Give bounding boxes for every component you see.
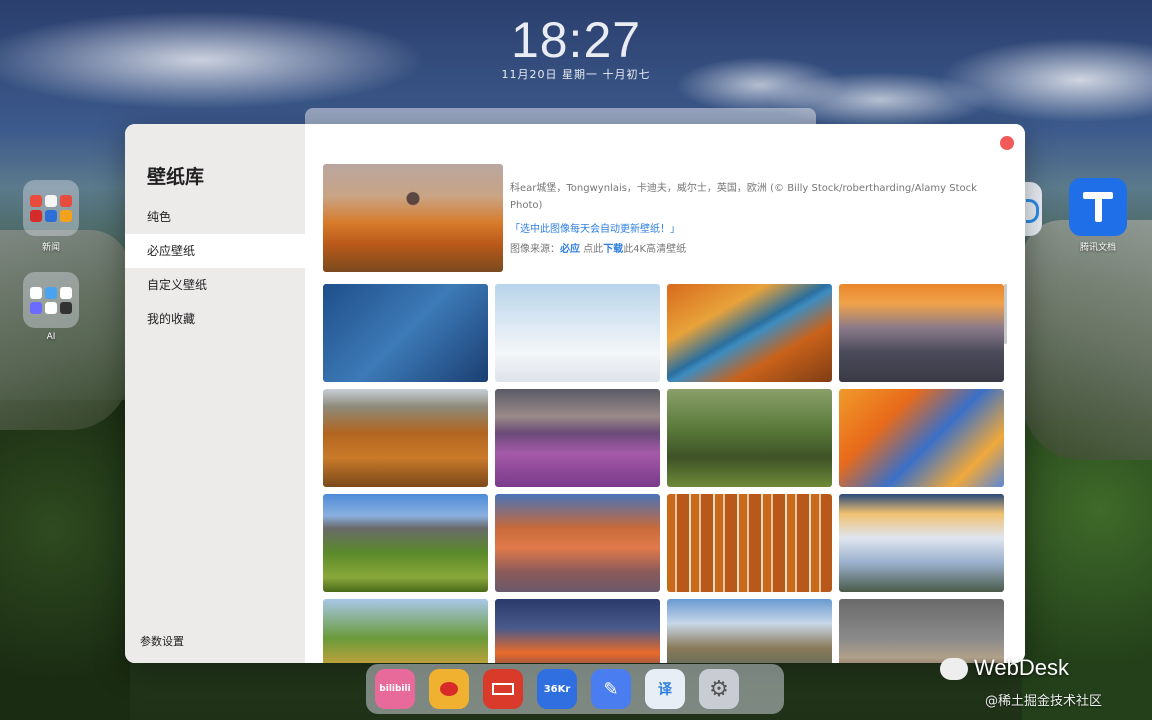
- weibo-icon: [440, 682, 458, 696]
- sidebar-title: 壁纸库: [147, 166, 205, 188]
- source-bing-link[interactable]: 必应: [560, 244, 580, 255]
- desktop-icon-label: 腾讯文档: [1079, 243, 1116, 253]
- pencil-icon: ✎: [603, 678, 619, 700]
- clock-date: 11月20日 星期一 十月初七: [501, 68, 651, 81]
- sidebar-item-bing-wallpaper[interactable]: 必应壁纸: [125, 234, 305, 268]
- dock-app-36kr[interactable]: 36Kr: [537, 669, 577, 709]
- sidebar-item-custom-wallpaper[interactable]: 自定义壁纸: [125, 268, 305, 302]
- thumbnail-wildebeest[interactable]: [839, 599, 1004, 663]
- watermark-brand: WebDesk: [940, 655, 1069, 681]
- desktop-icon-label: AI: [46, 332, 56, 342]
- source-suffix: 此4K高清壁纸: [623, 244, 687, 255]
- thumbnail-lupine-field[interactable]: [495, 389, 660, 487]
- close-button[interactable]: [1000, 136, 1014, 150]
- wechat-icon: [940, 658, 968, 681]
- folder-icon: [23, 272, 79, 328]
- tencent-docs-icon: [1069, 178, 1127, 236]
- scrollbar[interactable]: [1004, 284, 1007, 344]
- dock-app-label: 译: [658, 682, 672, 698]
- desktop-folder-ai[interactable]: AI: [21, 272, 81, 342]
- thumbnail-ducks-autumn-water[interactable]: [839, 389, 1004, 487]
- thumbnail-birch-forest[interactable]: [667, 494, 832, 592]
- desktop-icon-label: 新闻: [41, 243, 60, 253]
- dock-app-weibo[interactable]: [429, 669, 469, 709]
- dock-app-bilibili[interactable]: bilibili: [375, 669, 415, 709]
- dock-app-ifeng[interactable]: [483, 669, 523, 709]
- thumbnail-lake-rock[interactable]: [323, 599, 488, 663]
- thumbnail-olive-trees[interactable]: [667, 389, 832, 487]
- background-forest-left: [0, 400, 130, 720]
- sidebar-item-solid-color[interactable]: 纯色: [125, 200, 305, 234]
- watermark-site: @稀土掘金技术社区: [985, 694, 1103, 709]
- watermark-brand-text: WebDesk: [974, 655, 1069, 680]
- dock: bilibili 36Kr ✎ 译 ⚙: [366, 664, 784, 714]
- featured-wallpaper-image[interactable]: [323, 164, 503, 272]
- sidebar: 壁纸库 纯色 必应壁纸 自定义壁纸 我的收藏 参数设置: [125, 124, 305, 663]
- edge-app-icon[interactable]: [1024, 182, 1042, 236]
- set-daily-wallpaper-link[interactable]: 「选中此图像每天会自动更新壁纸！」: [510, 220, 680, 235]
- wallpaper-library-window: 壁纸库 纯色 必应壁纸 自定义壁纸 我的收藏 参数设置 科ear城堡，Tongw…: [125, 124, 1025, 663]
- desktop-app-tencent-docs[interactable]: 腾讯文档: [1068, 178, 1128, 253]
- sidebar-item-favorites[interactable]: 我的收藏: [125, 302, 305, 336]
- image-source-line: 图像来源：必应 点此下载此4K高清壁纸: [510, 240, 686, 255]
- dock-app-settings[interactable]: ⚙: [699, 669, 739, 709]
- main-content: 科ear城堡，Tongwynlais，卡迪夫，威尔士，英国，欧洲 (© Bill…: [305, 124, 1025, 663]
- background-cliff-right: [1022, 220, 1152, 460]
- dock-app-translate[interactable]: 译: [645, 669, 685, 709]
- thumbnail-badlands[interactable]: [495, 494, 660, 592]
- thumbnail-autumn-river[interactable]: [667, 284, 832, 382]
- thumbnail-mountain-sunrise[interactable]: [495, 599, 660, 663]
- ifeng-icon: [492, 683, 514, 695]
- folder-icon: [23, 180, 79, 236]
- dock-app-notes[interactable]: ✎: [591, 669, 631, 709]
- settings-link[interactable]: 参数设置: [140, 633, 184, 649]
- desktop-folder-news[interactable]: 新闻: [21, 180, 81, 253]
- thumbnail-rocky-coast[interactable]: [667, 599, 832, 663]
- download-link[interactable]: 下载: [603, 244, 623, 255]
- thumbnail-frozen-lake[interactable]: [323, 284, 488, 382]
- thumbnail-river-delta[interactable]: [323, 389, 488, 487]
- desktop-clock: 18:27 11月20日 星期一 十月初七: [0, 10, 1152, 82]
- featured-description: 科ear城堡，Tongwynlais，卡迪夫，威尔士，英国，欧洲 (© Bill…: [510, 183, 977, 211]
- gear-icon: ⚙: [709, 676, 729, 702]
- thumbnail-polar-bear[interactable]: [495, 284, 660, 382]
- dock-app-label: 36Kr: [543, 683, 571, 695]
- thumbnail-city-sunset[interactable]: [839, 284, 1004, 382]
- dock-app-label: bilibili: [379, 684, 411, 694]
- thumbnail-sea-cliffs-fog[interactable]: [839, 494, 1004, 592]
- wallpaper-grid: [323, 284, 1005, 663]
- source-prefix: 图像来源：: [510, 244, 560, 255]
- clock-time: 18:27: [510, 12, 642, 68]
- source-mid: 点此: [580, 244, 604, 255]
- thumbnail-dolomites-valley[interactable]: [323, 494, 488, 592]
